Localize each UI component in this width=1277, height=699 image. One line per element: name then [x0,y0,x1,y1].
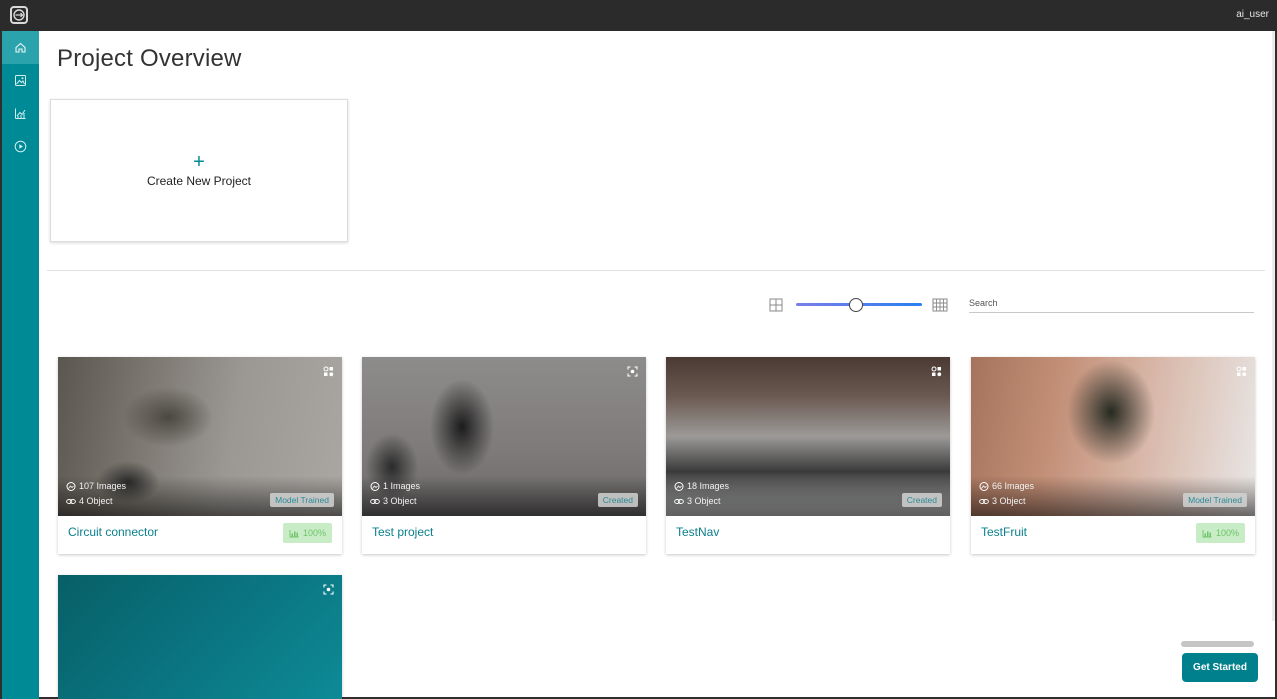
top-bar: ai_user [0,0,1277,31]
object-count: 4 Object [66,496,113,506]
section-divider [47,270,1265,271]
object-link-icon [674,498,684,504]
project-title[interactable]: TestFruit [981,525,1027,539]
onboarding-progress [1181,641,1254,647]
images-icon [979,481,989,491]
image-count: 66 Images [979,481,1034,491]
sidebar-item-analytics[interactable] [2,97,39,130]
object-count: 3 Object [979,496,1026,506]
accuracy-badge: 100% [1195,523,1245,543]
status-badge: Created [597,493,638,507]
object-count: 3 Object [674,496,721,506]
images-icon [370,481,380,491]
image-count: 107 Images [66,481,126,491]
page-scrollbar[interactable] [1272,31,1275,621]
object-link-icon [979,498,989,504]
create-new-project-card[interactable]: + Create New Project [50,99,348,242]
grid-size-slider[interactable] [796,298,922,312]
bar-chart-icon [289,529,299,537]
grid-large-icon[interactable] [932,298,948,312]
project-title[interactable]: Test project [372,525,433,539]
project-thumbnail[interactable]: 1 Images 3 Object Created [362,357,646,516]
search-input[interactable] [969,294,1254,313]
project-title[interactable]: TestNav [676,525,719,539]
page-title: Project Overview [57,45,242,72]
images-icon [66,481,76,491]
sidebar-item-deploy[interactable] [2,130,39,163]
focus-icon [323,584,334,595]
slider-thumb[interactable] [848,298,863,312]
status-badge: Created [901,493,942,507]
object-link-icon [66,498,76,504]
grid-small-icon[interactable] [769,298,783,312]
project-card-5[interactable] [58,575,342,699]
plus-icon: + [193,150,205,173]
sidebar-item-images[interactable] [2,64,39,97]
get-started-button[interactable]: Get Started [1182,653,1258,682]
accuracy-badge: 100% [282,523,332,543]
image-icon [15,75,26,86]
project-card-test-project[interactable]: 1 Images 3 Object Created Test project [362,357,646,554]
status-badge: Model Trained [1183,493,1247,507]
bar-chart-icon [1202,529,1212,537]
objects-icon [1236,366,1247,377]
objects-icon [931,366,942,377]
project-thumbnail[interactable] [58,575,342,699]
project-thumbnail[interactable]: 18 Images 3 Object Created [666,357,950,516]
images-icon [674,481,684,491]
home-icon [15,42,26,53]
project-card-testnav[interactable]: 18 Images 3 Object Created TestNav [666,357,950,554]
analytics-icon [15,108,26,119]
project-card-circuit-connector[interactable]: 107 Images 4 Object Model Trained Circui… [58,357,342,554]
project-title[interactable]: Circuit connector [68,525,158,539]
project-thumbnail[interactable]: 66 Images 3 Object Model Trained [971,357,1255,516]
status-badge: Model Trained [270,493,334,507]
project-thumbnail[interactable]: 107 Images 4 Object Model Trained [58,357,342,516]
project-card-testfruit[interactable]: 66 Images 3 Object Model Trained TestFru… [971,357,1255,554]
objects-icon [323,366,334,377]
object-link-icon [370,498,380,504]
sidebar [2,31,39,699]
image-count: 18 Images [674,481,729,491]
create-new-project-label: Create New Project [146,173,252,188]
image-count: 1 Images [370,481,420,491]
focus-icon [627,366,638,377]
play-icon [14,140,27,153]
sidebar-item-home[interactable] [2,31,39,64]
user-name[interactable]: ai_user [1236,9,1269,20]
app-logo-icon[interactable] [10,6,28,24]
object-count: 3 Object [370,496,417,506]
